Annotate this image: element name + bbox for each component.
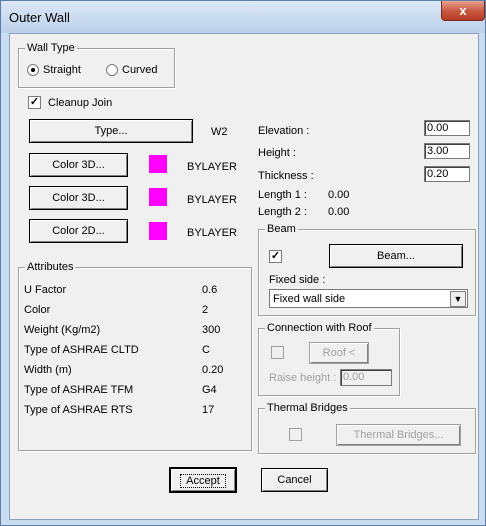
attributes-title: Attributes (25, 261, 76, 273)
color-value-3: BYLAYER (187, 227, 237, 239)
fixed-side-label: Fixed side : (269, 274, 326, 286)
attr-value-color: 2 (202, 304, 209, 316)
straight-radio[interactable] (27, 64, 39, 76)
wall-type-title: Wall Type (25, 42, 77, 54)
window-title: Outer Wall (9, 10, 70, 25)
attributes-group: Attributes U Factor 0.6 Color 2 Weight (… (18, 261, 252, 451)
attr-value-cltd: C (202, 344, 210, 356)
color-swatch-1[interactable] (149, 155, 167, 173)
attr-value-rts: 17 (202, 404, 215, 416)
type-button[interactable]: Type... (29, 119, 193, 143)
accept-label: Accept (180, 474, 226, 488)
chevron-down-icon[interactable]: ▼ (450, 291, 466, 307)
color-2d-button[interactable]: Color 2D... (29, 219, 128, 243)
raise-height-input[interactable]: 0.00 (340, 369, 392, 386)
length2-label: Length 2 : (258, 206, 307, 218)
color-swatch-2[interactable] (149, 188, 167, 206)
dialog-window: Outer Wall x Wall Type Straight Curved ✓… (0, 0, 486, 526)
close-button[interactable]: x (441, 1, 485, 21)
raise-height-label: Raise height : (269, 372, 337, 384)
wall-type-group: Wall Type Straight Curved (18, 42, 175, 88)
beam-title: Beam (265, 223, 298, 235)
color-value-2: BYLAYER (187, 194, 237, 206)
cleanup-join-checkbox[interactable]: ✓ (28, 96, 41, 109)
straight-label: Straight (43, 64, 81, 76)
attr-value-tfm: G4 (202, 384, 217, 396)
roof-group: Connection with Roof Roof < Raise height… (258, 322, 400, 396)
color-value-1: BYLAYER (187, 161, 237, 173)
thermal-bridges-button[interactable]: Thermal Bridges... (336, 424, 461, 446)
attr-label-rts: Type of ASHRAE RTS (24, 404, 133, 416)
color-3d-button-2[interactable]: Color 3D... (29, 186, 128, 210)
height-input[interactable]: 3.00 (424, 143, 470, 159)
attr-value-u-factor: 0.6 (202, 284, 218, 296)
cancel-button[interactable]: Cancel (261, 468, 328, 492)
attr-label-weight: Weight (Kg/m2) (24, 324, 101, 336)
color-swatch-3[interactable] (149, 222, 167, 240)
beam-checkbox[interactable]: ✓ (269, 250, 282, 263)
height-label: Height : (258, 147, 296, 159)
color-3d-button-1[interactable]: Color 3D... (29, 153, 128, 177)
attr-value-width: 0.20 (202, 364, 224, 376)
curved-label: Curved (122, 64, 158, 76)
attr-label-width: Width (m) (24, 364, 72, 376)
close-icon: x (459, 3, 467, 18)
fixed-side-value: Fixed wall side (273, 293, 346, 305)
title-bar[interactable]: Outer Wall x (1, 1, 485, 33)
attr-label-color: Color (24, 304, 51, 316)
elevation-label: Elevation : (258, 125, 310, 137)
length2-value: 0.00 (328, 206, 350, 218)
length1-value: 0.00 (328, 189, 350, 201)
roof-button[interactable]: Roof < (309, 342, 369, 364)
thermal-bridges-checkbox[interactable] (289, 428, 302, 441)
elevation-input[interactable]: 0.00 (424, 120, 470, 136)
length1-label: Length 1 : (258, 189, 307, 201)
curved-radio[interactable] (106, 64, 118, 76)
attr-label-tfm: Type of ASHRAE TFM (24, 384, 134, 396)
beam-button[interactable]: Beam... (329, 244, 463, 268)
attr-label-cltd: Type of ASHRAE CLTD (24, 344, 139, 356)
thermal-bridges-group: Thermal Bridges Thermal Bridges... (258, 402, 476, 454)
beam-group: Beam ✓ Beam... Fixed side : Fixed wall s… (258, 223, 476, 316)
roof-checkbox[interactable] (271, 346, 284, 359)
type-value: W2 (211, 126, 228, 138)
attr-value-weight: 300 (202, 324, 221, 336)
fixed-side-select[interactable]: Fixed wall side ▼ (269, 289, 468, 308)
thermal-bridges-title: Thermal Bridges (265, 402, 350, 414)
radio-selected-dot (31, 68, 35, 72)
thickness-input[interactable]: 0.20 (424, 166, 470, 182)
dialog-client: Wall Type Straight Curved ✓ Cleanup Join… (9, 33, 479, 520)
thickness-label: Thickness : (258, 170, 314, 182)
cleanup-join-label: Cleanup Join (48, 97, 113, 109)
attr-label-u-factor: U Factor (24, 284, 67, 296)
roof-title: Connection with Roof (265, 322, 374, 334)
accept-button[interactable]: Accept (169, 467, 237, 493)
